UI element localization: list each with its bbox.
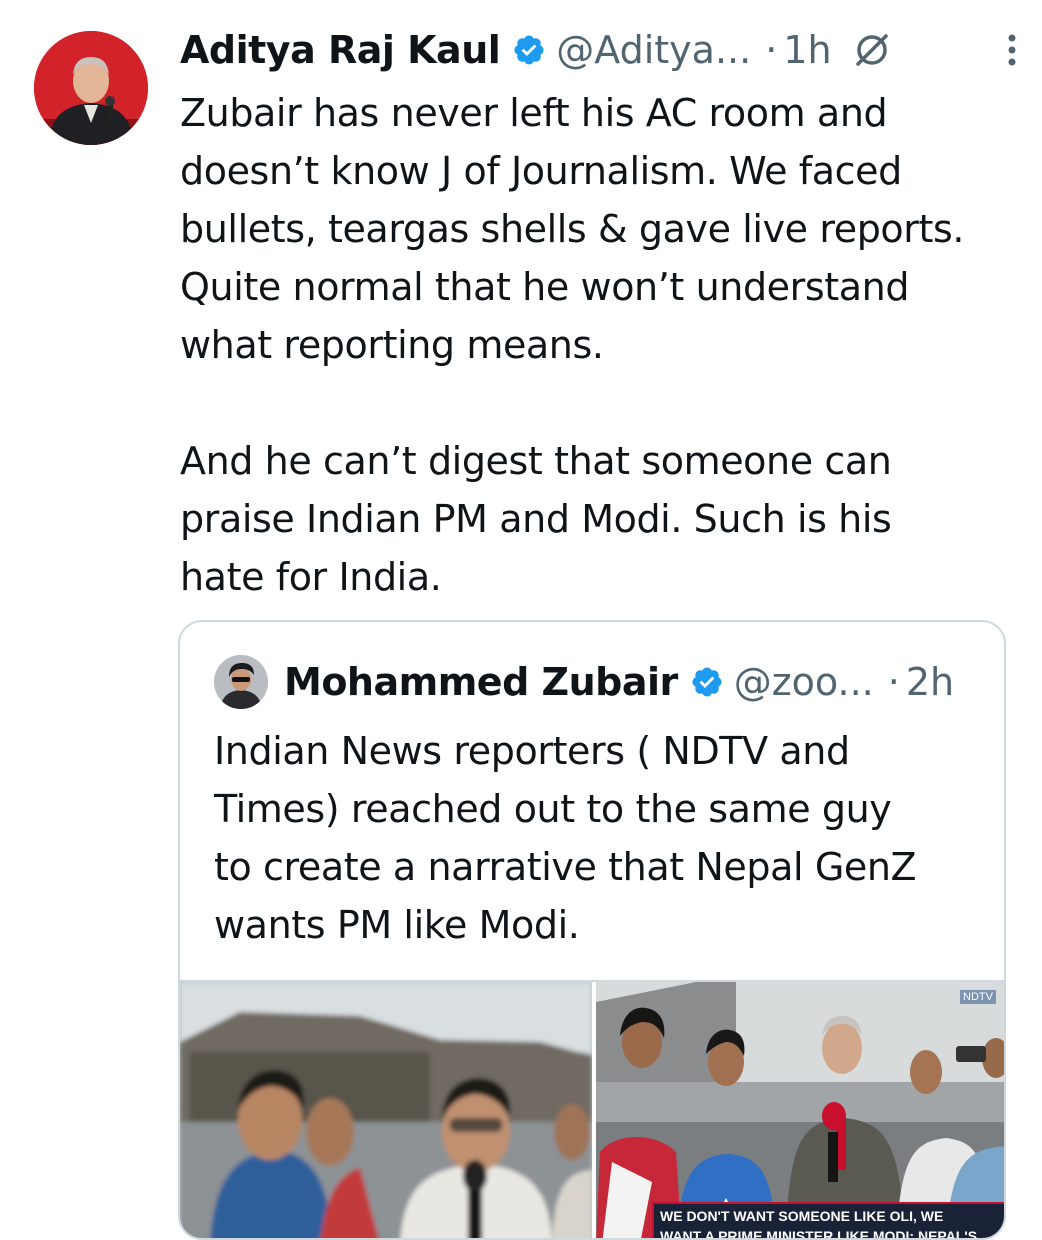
author-avatar[interactable] (34, 31, 148, 145)
quoted-author-avatar[interactable] (214, 655, 268, 709)
channel-watermark: NDTV (960, 990, 996, 1004)
quoted-tweet-header: Mohammed Zubair @zoo... · 2h (214, 650, 984, 714)
quoted-tweet-card[interactable]: Mohammed Zubair @zoo... · 2h Indian News… (178, 620, 1006, 1240)
author-handle[interactable]: @Aditya... (556, 28, 751, 72)
quoted-author-handle[interactable]: @zoo... (734, 660, 874, 704)
tweet-timestamp[interactable]: 1h (783, 28, 831, 72)
author-name[interactable]: Aditya Raj Kaul (180, 28, 501, 72)
news-caption: WE DON'T WANT SOMEONE LIKE OLI, WE WANT … (652, 1202, 1004, 1238)
quoted-tweet-timestamp[interactable]: 2h (906, 660, 954, 704)
quoted-author-name[interactable]: Mohammed Zubair (284, 660, 678, 704)
quoted-tweet-media[interactable]: NDTV WE DON'T WANT SOMEONE LIKE OLI, WE … (180, 980, 1004, 1238)
media-image-right[interactable]: NDTV WE DON'T WANT SOMEONE LIKE OLI, WE … (596, 982, 1004, 1238)
tweet-text: Zubair has never left his AC room and do… (180, 91, 965, 599)
separator-dot: · (765, 28, 778, 72)
verified-badge-icon (690, 665, 724, 699)
grok-icon[interactable] (852, 30, 892, 70)
separator-dot: · (887, 660, 900, 704)
quoted-tweet-text: Indian News reporters ( NDTV and Times) … (214, 729, 917, 947)
media-image-left[interactable] (180, 982, 592, 1238)
tweet-header: Aditya Raj Kaul @Aditya... · 1h (180, 24, 1022, 76)
verified-badge-icon (512, 33, 546, 67)
more-vertical-icon[interactable] (1002, 30, 1022, 70)
